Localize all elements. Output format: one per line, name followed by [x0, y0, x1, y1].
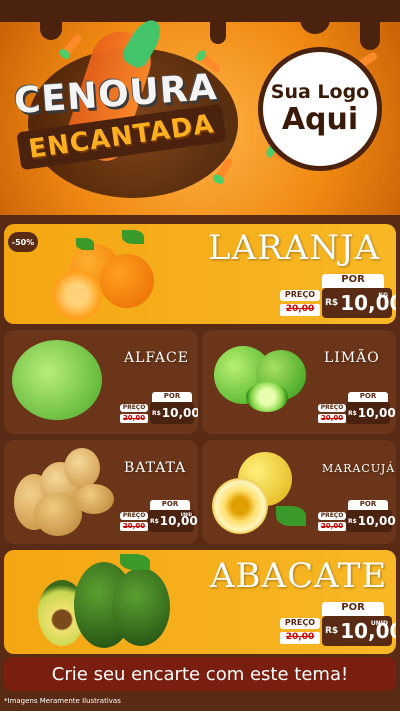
disclaimer: *Imagens Meramente Ilustrativas [4, 697, 121, 705]
leaf-icon [76, 238, 94, 250]
old-price: 20,00 [320, 522, 344, 530]
preco-label: PREÇO [280, 618, 320, 629]
unit-label: UNID [370, 620, 388, 627]
currency-symbol: R$ [348, 409, 357, 417]
price-box: R$ 10,00 [346, 510, 396, 532]
old-price: 20,00 [122, 414, 146, 422]
price-value: 10,00 [159, 514, 198, 528]
por-label: POR [348, 392, 388, 402]
potato-icon [74, 484, 114, 514]
discount-badge: -50% [8, 232, 38, 252]
price-box: R$ 10,00 [346, 402, 396, 424]
old-price: 20,00 [122, 522, 146, 530]
old-price-box: 20,00 [318, 522, 346, 531]
product-name: BATATA [124, 460, 187, 476]
leaf-icon [122, 230, 144, 244]
price-value: 10,00 [357, 406, 396, 420]
product-name: MARACUJÁ [322, 462, 396, 475]
unit-label: UNID [180, 512, 192, 517]
orange-slice-icon [52, 270, 102, 320]
currency-symbol: R$ [150, 517, 159, 525]
price-value: 10,00 [161, 406, 198, 420]
lime-slice-icon [246, 382, 288, 412]
product-card-abacate[interactable]: ABACATE POR PREÇO 20,00 R$ 10,00 UNID [4, 550, 396, 654]
preco-label: PREÇO [318, 512, 346, 520]
cta-text: Crie seu encarte com este tema! [51, 663, 349, 685]
old-price: 20,00 [320, 414, 344, 422]
chocolate-drop [210, 10, 226, 44]
chocolate-drop [360, 10, 380, 50]
orange-icon [100, 254, 154, 308]
preco-label: PREÇO [120, 512, 148, 520]
chocolate-drop [300, 10, 330, 34]
price-box: R$ 10,00 UNID [148, 510, 198, 532]
price-box: R$ 10,00 [150, 402, 198, 424]
product-card-batata[interactable]: BATATA POR PREÇO 20,00 R$ 10,00 UNID [4, 440, 198, 544]
currency-symbol: R$ [348, 517, 357, 525]
avocado-icon [112, 568, 170, 646]
currency-symbol: R$ [152, 409, 161, 417]
old-price-box: 20,00 [280, 632, 320, 644]
logo-placeholder[interactable]: Sua Logo Aqui [258, 47, 382, 171]
old-price: 20,00 [285, 304, 315, 314]
cta-banner[interactable]: Crie seu encarte com este tema! [4, 657, 396, 691]
logo-text-line2: Aqui [281, 102, 359, 137]
product-card-limao[interactable]: LIMÃO POR PREÇO 20,00 R$ 10,00 [202, 330, 396, 434]
passion-fruit-slice-icon [212, 478, 268, 534]
price-box: R$ 10,00 KG [322, 288, 396, 318]
product-name: LARANJA [208, 228, 381, 268]
product-name: ABACATE [210, 556, 388, 596]
product-name: LIMÃO [324, 350, 380, 366]
old-price-box: 20,00 [318, 414, 346, 423]
price-value: 10,00 [357, 514, 396, 528]
product-card-laranja[interactable]: LARANJA POR PREÇO 20,00 R$ 10,00 KG [4, 224, 396, 324]
por-label: POR [348, 500, 388, 510]
preco-label: PREÇO [280, 290, 320, 301]
currency-symbol: R$ [325, 298, 339, 308]
price-box: R$ 10,00 UNID [322, 616, 396, 646]
potato-icon [64, 448, 100, 488]
product-name: ALFACE [124, 350, 189, 366]
logo-text-line1: Sua Logo [270, 81, 370, 103]
por-label: POR [322, 602, 384, 616]
chocolate-drop [40, 10, 62, 40]
product-card-maracuja[interactable]: MARACUJÁ POR PREÇO 20,00 R$ 10,00 [202, 440, 396, 544]
old-price-box: 20,00 [120, 522, 148, 531]
product-card-alface[interactable]: ALFACE POR PREÇO 20,00 R$ 10,00 [4, 330, 198, 434]
leaf-icon [276, 506, 306, 526]
por-label: POR [152, 392, 192, 402]
por-label: POR [322, 274, 384, 288]
lettuce-icon [12, 340, 102, 420]
currency-symbol: R$ [325, 626, 339, 636]
old-price: 20,00 [285, 632, 315, 642]
header-banner: CENOURA ENCANTADA Sua Logo Aqui [0, 0, 400, 215]
leaf-icon [120, 554, 150, 570]
preco-label: PREÇO [318, 404, 346, 412]
carrot-icon [62, 33, 84, 55]
por-label: POR [150, 500, 190, 510]
preco-label: PREÇO [120, 404, 148, 412]
old-price-box: 20,00 [280, 304, 320, 316]
old-price-box: 20,00 [120, 414, 148, 423]
unit-label: KG [378, 292, 388, 299]
